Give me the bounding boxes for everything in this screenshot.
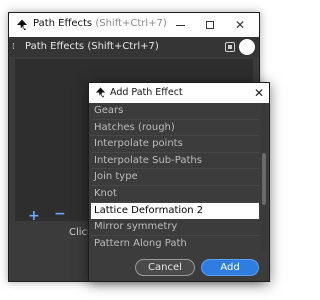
- cancel-button[interactable]: Cancel: [135, 259, 195, 276]
- minimize-button[interactable]: [167, 15, 193, 35]
- maximize-button[interactable]: [197, 15, 223, 35]
- dialog-close-icon[interactable]: ✕: [251, 85, 267, 101]
- window-title-text: Path Effects: [33, 18, 93, 29]
- close-icon: ✕: [234, 18, 246, 32]
- inkscape-app-icon: [95, 87, 106, 98]
- maximize-icon: [206, 21, 214, 29]
- dock-title: Path Effects (Shift+Ctrl+7): [25, 41, 159, 52]
- add-effect-button[interactable]: +: [28, 208, 40, 224]
- effect-list-item[interactable]: Knot: [91, 186, 259, 203]
- dialog-title: Add Path Effect: [110, 87, 183, 98]
- dock-header: ⁞ Path Effects (Shift+Ctrl+7): [9, 37, 259, 57]
- add-button[interactable]: Add: [201, 259, 259, 276]
- effect-list-item[interactable]: Pattern Along Path: [91, 236, 259, 251]
- dock-menu-icon[interactable]: [225, 42, 235, 52]
- effect-list-item[interactable]: Interpolate points: [91, 136, 259, 153]
- effect-list-item[interactable]: Mirror symmetry: [91, 219, 259, 236]
- add-path-effect-dialog: Add Path Effect ✕ Gears Hatches (rough) …: [88, 82, 270, 282]
- effect-list[interactable]: Gears Hatches (rough) Interpolate points…: [91, 103, 259, 251]
- drag-grip-icon[interactable]: ⁞: [12, 42, 15, 52]
- path-effects-titlebar[interactable]: Path Effects (Shift+Ctrl+7) ✕: [9, 13, 259, 37]
- effect-list-item[interactable]: Interpolate Sub-Paths: [91, 153, 259, 170]
- effect-list-item[interactable]: Gears: [91, 103, 259, 120]
- effect-list-item[interactable]: Hatches (rough): [91, 120, 259, 137]
- list-scrollbar[interactable]: [261, 105, 267, 251]
- dock-toggle-icon[interactable]: [239, 39, 255, 55]
- window-title-shortcut: (Shift+Ctrl+7): [95, 18, 167, 29]
- effect-list-item[interactable]: Join type: [91, 169, 259, 186]
- effect-list-item-selected[interactable]: Lattice Deformation 2: [91, 202, 259, 220]
- minimize-icon: [175, 24, 185, 26]
- remove-effect-button[interactable]: −: [54, 206, 66, 222]
- inkscape-app-icon: [17, 19, 27, 31]
- scrollbar-thumb[interactable]: [262, 153, 266, 205]
- close-button[interactable]: ✕: [227, 15, 253, 35]
- dialog-titlebar[interactable]: Add Path Effect ✕: [89, 83, 269, 103]
- window-title: Path Effects (Shift+Ctrl+7): [33, 18, 167, 29]
